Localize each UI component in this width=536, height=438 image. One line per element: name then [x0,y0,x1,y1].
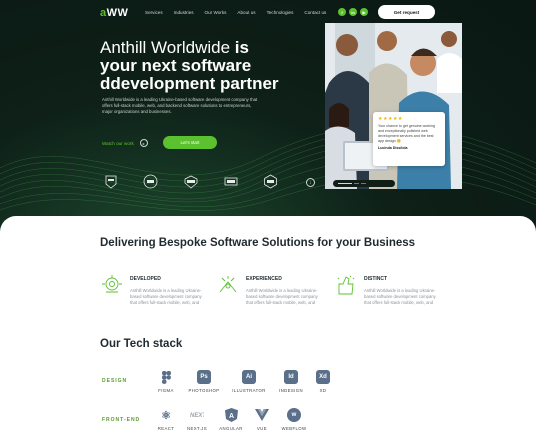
slider-dot[interactable] [361,182,366,185]
delivering-title-suffix: for your Business [314,237,416,249]
feature-title: EXPERIENCED [246,276,282,282]
slider-indicator[interactable] [333,180,395,187]
nav-contact-us[interactable]: Contact us [304,10,326,15]
youtube-icon[interactable]: ▶ [360,8,368,16]
slider-dot-active[interactable] [338,182,352,185]
nav-about-us[interactable]: About us [237,10,255,15]
tech-figma[interactable]: FIGMA [146,370,186,393]
tech-label: PHOTOSHOP [188,388,220,393]
testimonial-card: ★★★★★ Your chance to get genuine working… [373,112,445,166]
illustrator-icon: Ai [242,370,256,384]
watch-label: Watch our work [102,140,134,146]
delivering-title-prefix: Delivering Bespoke [100,237,210,249]
nav-our-works[interactable]: Our Works [205,10,227,15]
delivering-title: Delivering Bespoke Software Solutions fo… [100,237,415,249]
indesign-icon: Id [284,370,298,384]
testimonial-author: Lucinda Dissilola [378,146,408,150]
award-circle-badge-icon [143,174,158,189]
svg-text:NEXT: NEXT [190,413,204,419]
figma-icon [159,370,173,384]
tech-label: ANGULAR [219,426,243,431]
watch-our-work-link[interactable]: Watch our work ▸ [102,139,148,147]
scroll-down-icon[interactable]: ↓ [306,178,315,187]
feature-title: DEVELOPED [130,276,161,282]
title-line-3: ddevelopment partner [100,74,279,93]
award-badge-icon [103,174,118,189]
tech-stack-title: Our Tech stack [100,338,182,350]
title-part-normal: Anthill Worldwide [100,38,235,57]
tech-label: WEBFLOW [281,426,307,431]
frontend-row-label: FRONT-END [102,417,141,423]
hero-intro: Anthill Worldwide is a leading Ukraine-b… [102,97,258,114]
tech-xd[interactable]: Xd XD [303,370,343,393]
react-icon: ⚛ [161,409,171,422]
award-hex-badge-icon [263,174,278,189]
vue-icon [255,408,269,422]
slider-dot[interactable] [354,182,359,185]
title-part-bold: is [234,38,249,57]
tech-label: INDESIGN [279,388,303,393]
award-badges [103,174,303,189]
tech-label: FIGMA [158,388,174,393]
award-ribbon-badge-icon [223,174,238,189]
design-row-label: DESIGN [102,378,128,384]
webflow-icon: w [287,408,301,422]
nextjs-icon: NEXT [190,408,204,422]
tech-label: NEXT.JS [187,426,207,431]
photoshop-icon: Ps [197,370,211,384]
developed-icon [102,275,122,293]
facebook-icon[interactable]: f [338,8,346,16]
feature-desc: Anthill Worldwide is a leading Ukraine-b… [246,288,318,305]
title-line-2: your next software [100,56,252,75]
distinct-icon [337,275,355,295]
logo-letters: WW [106,7,129,19]
social-links: f in ▶ [338,8,368,16]
lets-start-button[interactable]: Let's start [163,136,217,149]
award-shield-badge-icon [183,174,198,189]
tech-illustrator[interactable]: Ai ILLUSTRATOR [229,370,269,393]
svg-text:A: A [228,413,233,420]
tech-photoshop[interactable]: Ps PHOTOSHOP [184,370,224,393]
brand-logo[interactable]: aWW [100,7,128,19]
feature-desc: Anthill Worldwide is a leading Ukraine-b… [130,288,202,305]
feature-title: DISTINCT [364,276,388,282]
nav-services[interactable]: Services [145,10,163,15]
hero-title: Anthill Worldwide is your next software … [100,39,328,93]
linkedin-icon[interactable]: in [349,8,357,16]
logo-letter-a: a [100,7,107,19]
tech-title-prefix: Our [100,338,124,350]
tech-label: ILLUSTRATOR [232,388,266,393]
tech-label: REACT [157,426,175,431]
tech-label: VUE [256,426,268,431]
rating-stars: ★★★★★ [378,116,403,122]
nav-industries[interactable]: Industries [174,10,194,15]
get-request-button[interactable]: Get request [378,5,435,19]
content-section [0,216,536,438]
tech-label: XD [319,388,327,393]
main-nav: Services Industries Our Works About us T… [145,10,337,15]
play-icon: ▸ [139,139,148,147]
angular-icon: A [224,408,238,422]
experienced-icon [219,276,237,293]
feature-desc: Anthill Worldwide is a leading Ukraine-b… [364,288,436,305]
nav-technologies[interactable]: Technologies [267,10,294,15]
delivering-title-bold: Software Solutions [209,237,315,249]
testimonial-quote: Your chance to get genuine working and e… [378,124,436,143]
tech-webflow[interactable]: w WEBFLOW [274,408,314,431]
xd-icon: Xd [316,370,330,384]
tech-title-bold: Tech stack [123,338,183,350]
